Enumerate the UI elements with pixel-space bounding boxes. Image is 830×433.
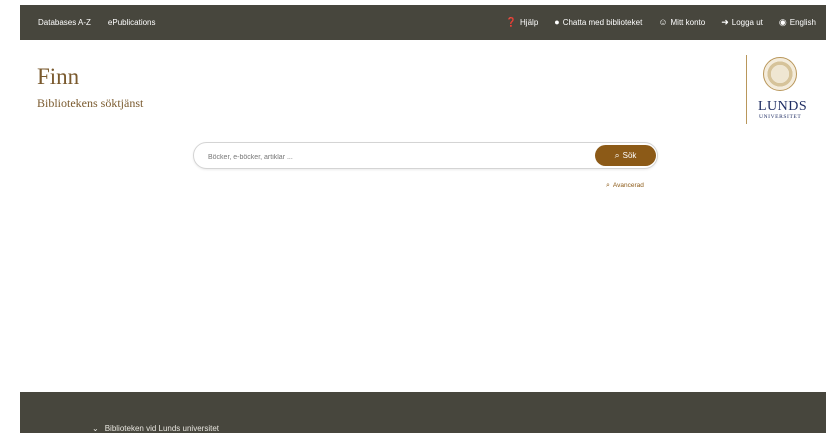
databases-a-z-link[interactable]: Databases A-Z (38, 18, 91, 27)
footer-libraries-label: Biblioteken vid Lunds universitet (104, 424, 219, 433)
top-navigation-bar: Databases A-Z ePublications ❓ Hjälp ● Ch… (20, 5, 826, 40)
search-button[interactable]: ⌕ Sök (595, 145, 656, 166)
search-bar: ⌕ Sök (193, 142, 658, 169)
help-link-label: Hjälp (520, 18, 539, 27)
chat-link[interactable]: ● Chatta med biblioteket (554, 17, 643, 28)
english-link[interactable]: ◉ English (778, 17, 816, 28)
globe-icon: ◉ (778, 17, 787, 27)
epublications-link[interactable]: ePublications (108, 18, 156, 27)
advanced-search-label: Avancerad (612, 182, 644, 189)
logo-wordmark: LUNDS (758, 99, 808, 114)
logout-link[interactable]: ➜ Logga ut (721, 17, 763, 28)
search-input[interactable] (206, 147, 590, 167)
logo-subtext: UNIVERSITET (759, 114, 802, 120)
chat-link-label: Chatta med biblioteket (562, 18, 643, 27)
search-button-label: Sök (622, 151, 637, 160)
my-account-link-label: Mitt konto (670, 18, 706, 27)
my-account-link[interactable]: ☺ Mitt konto (658, 17, 706, 28)
chevron-down-icon: ⌄ (92, 423, 99, 433)
help-circle-icon: ❓ (505, 17, 518, 27)
search-plus-icon: ⌕ (606, 182, 610, 189)
search-icon: ⌕ (614, 150, 620, 160)
top-nav-right: ❓ Hjälp ● Chatta med biblioteket ☺ Mitt … (490, 17, 816, 28)
logout-icon: ➜ (721, 17, 729, 27)
chat-bubble-icon: ● (554, 17, 560, 27)
top-nav-left: Databases A-Z ePublications (38, 18, 173, 27)
footer-libraries-toggle[interactable]: ⌄ Biblioteken vid Lunds universitet (92, 424, 219, 433)
page-title: Finn (37, 64, 80, 89)
help-link[interactable]: ❓ Hjälp (505, 17, 539, 28)
university-logo[interactable]: LUNDS UNIVERSITET (746, 55, 818, 124)
user-circle-icon: ☺ (658, 17, 668, 27)
university-seal-icon (763, 57, 797, 91)
logout-link-label: Logga ut (731, 18, 763, 27)
english-link-label: English (789, 18, 816, 27)
site-footer: ⌄ Biblioteken vid Lunds universitet (20, 392, 826, 433)
page-subtitle: Bibliotekens söktjänst (37, 96, 144, 110)
site-brand: Finn Bibliotekens söktjänst (37, 65, 143, 111)
advanced-search-link[interactable]: ⌕ Avancerad (606, 182, 644, 189)
